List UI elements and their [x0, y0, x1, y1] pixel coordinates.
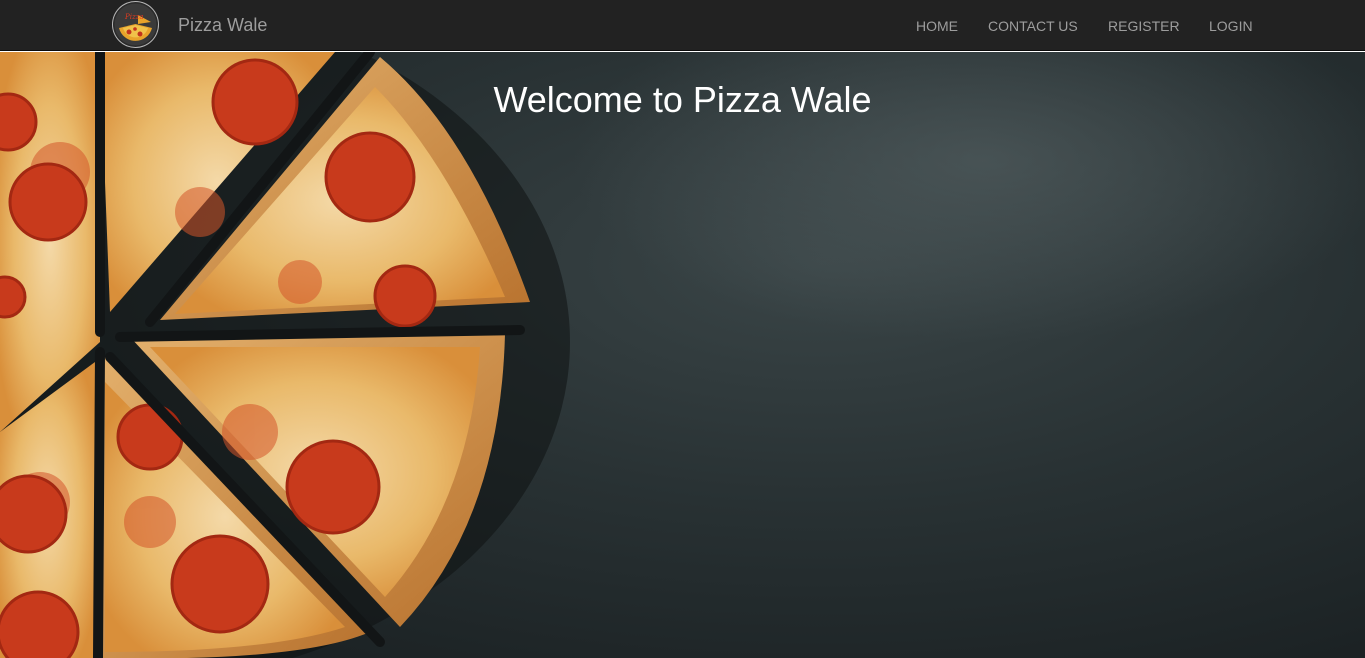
- pizza-slices-on-dark-stone-image: [0, 52, 1365, 658]
- nav-home-link[interactable]: HOME: [916, 17, 958, 35]
- hero-banner: Welcome to Pizza Wale: [0, 52, 1365, 658]
- brand-name-link[interactable]: Pizza Wale: [178, 14, 267, 36]
- hero-title: Welcome to Pizza Wale: [493, 79, 872, 120]
- nav-register-link[interactable]: REGISTER: [1108, 17, 1180, 35]
- pizza-logo-icon[interactable]: Pizza: [113, 2, 158, 47]
- nav-login-link[interactable]: LOGIN: [1209, 17, 1253, 35]
- svg-text:Pizza: Pizza: [124, 13, 144, 21]
- nav-contact-us-link[interactable]: CONTACT US: [988, 17, 1078, 35]
- top-navbar: Pizza Pizza Wale HOME CONTACT US REGISTE…: [0, 0, 1365, 51]
